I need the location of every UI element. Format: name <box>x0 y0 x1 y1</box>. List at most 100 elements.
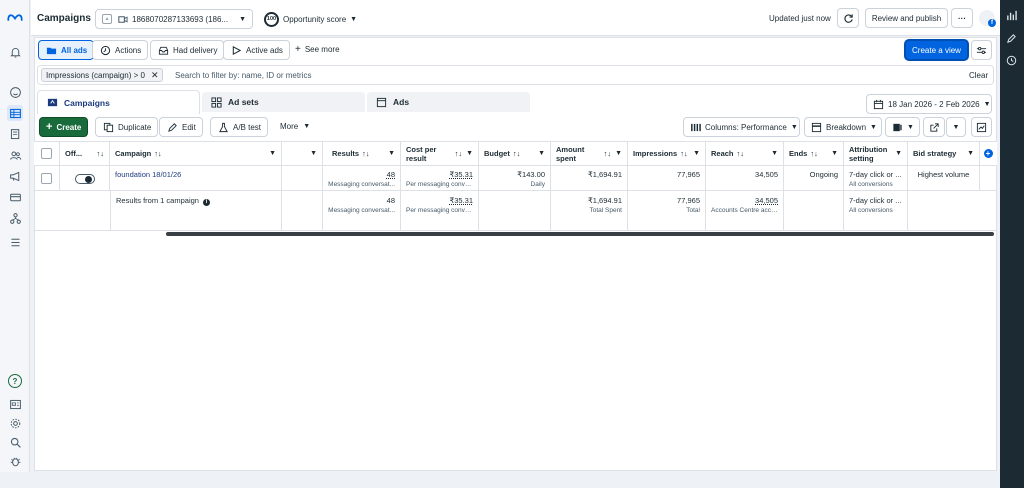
meta-logo-icon[interactable] <box>6 12 24 22</box>
chevron-down-icon: ▼ <box>895 150 902 157</box>
header-bid-strategy[interactable]: Bid strategy ▼ <box>908 141 980 166</box>
budget-sub: Daily <box>530 181 545 188</box>
opportunity-label: Opportunity score <box>283 15 347 24</box>
export-dropdown-button[interactable]: ▼ <box>946 117 966 137</box>
profile-avatar[interactable]: f <box>979 10 996 27</box>
select-all-checkbox[interactable] <box>41 148 52 159</box>
info-icon[interactable]: i <box>203 199 211 206</box>
pencil-icon[interactable] <box>1006 33 1017 46</box>
chevron-down-icon: ▼ <box>870 123 877 131</box>
close-icon[interactable]: ✕ <box>151 70 159 81</box>
header-amount-spent[interactable]: Amount spent ↑↓ ▼ <box>551 141 628 166</box>
header-budget[interactable]: Budget ↑↓ ▼ <box>479 141 551 166</box>
on-off-toggle[interactable] <box>74 173 95 184</box>
sort-icon: ↑↓ <box>154 149 162 158</box>
date-range-label: 18 Jan 2026 - 2 Feb 2026 <box>888 99 980 109</box>
tab-ad-sets[interactable]: Ad sets <box>202 92 365 112</box>
had-delivery-button[interactable]: Had delivery <box>150 40 225 60</box>
bell-icon[interactable] <box>7 44 23 60</box>
header-delivery[interactable]: ▼ <box>282 141 323 166</box>
sort-icon: ↑↓ <box>736 149 745 158</box>
header-impressions[interactable]: Impressions ↑↓ ▼ <box>628 141 706 166</box>
account-tree-icon[interactable] <box>7 210 23 226</box>
header-campaign[interactable]: Campaign ↑↓ ▼ <box>110 141 282 166</box>
header-cost-per-result[interactable]: Cost per result ↑↓ ▼ <box>401 141 479 166</box>
filter-search-input[interactable]: Search to filter by: name, ID or metrics <box>175 71 312 80</box>
cost-value[interactable]: ₹35.31 <box>449 170 473 179</box>
search-icon[interactable] <box>7 434 23 450</box>
view-settings-button[interactable] <box>971 40 992 60</box>
horizontal-scrollbar[interactable] <box>166 232 994 236</box>
header-off-label: Off... <box>65 149 83 158</box>
create-view-button[interactable]: Create a view <box>905 40 968 60</box>
account-selector[interactable]: ▴ 1868070287133693 (186... ▼ <box>95 9 253 29</box>
header-attribution[interactable]: Attribution setting ▼ <box>844 141 908 166</box>
summary-reach-value[interactable]: 34,505 <box>711 196 778 205</box>
actions-icon <box>99 44 111 56</box>
columns-icon <box>690 121 701 133</box>
refresh-button[interactable] <box>837 8 859 28</box>
add-column-button[interactable]: + <box>980 141 996 166</box>
table-icon[interactable] <box>7 105 23 121</box>
reports-icon <box>892 121 903 133</box>
summary-impressions-sub: Total <box>686 207 700 214</box>
clock-icon[interactable] <box>1006 55 1017 68</box>
header-results[interactable]: Results ↑↓ ▼ <box>323 141 401 166</box>
news-icon[interactable] <box>7 396 23 412</box>
right-rail <box>1000 0 1024 488</box>
header-cost-label: Cost per result <box>406 144 437 163</box>
ab-test-button[interactable]: A/B test <box>210 117 269 137</box>
more-actions-button[interactable]: More ▼ <box>280 122 310 131</box>
ad-preview-icon <box>375 96 387 108</box>
columns-button[interactable]: Columns: Performance ▼ <box>683 117 800 137</box>
summary-budget-cell <box>479 191 551 231</box>
campaign-name-link[interactable]: foundation 18/01/26 <box>115 170 181 179</box>
see-more-button[interactable]: + See more <box>295 44 340 54</box>
header-reach[interactable]: Reach ↑↓ ▼ <box>706 141 784 166</box>
export-button[interactable] <box>923 117 945 137</box>
chevron-down-icon: ▼ <box>310 150 317 157</box>
header-reach-label: Reach <box>711 149 734 158</box>
edit-button[interactable]: Edit <box>159 117 203 137</box>
audience-icon[interactable] <box>7 147 23 163</box>
results-value[interactable]: 48 <box>387 170 395 179</box>
header-off[interactable]: Off... ↑↓ <box>60 141 110 166</box>
chart-icon[interactable] <box>1006 10 1017 23</box>
summary-impressions-value: 77,965 <box>677 196 700 205</box>
menu-icon[interactable] <box>7 234 23 250</box>
create-button[interactable]: + Create <box>39 117 89 137</box>
budget-value[interactable]: ₹143.00 <box>517 170 545 179</box>
row-impressions-cell: 77,965 <box>628 166 706 191</box>
tab-campaigns[interactable]: Campaigns <box>37 90 200 114</box>
sort-icon: ↑↓ <box>96 149 105 158</box>
settings-gear-icon[interactable] <box>7 415 23 431</box>
active-ads-button[interactable]: Active ads <box>223 40 290 60</box>
filter-chip[interactable]: Impressions (campaign) > 0 ✕ <box>41 68 164 82</box>
all-ads-button[interactable]: All ads <box>38 40 95 60</box>
page-title: Campaigns <box>37 13 91 24</box>
bug-icon[interactable] <box>7 453 23 469</box>
review-publish-button[interactable]: Review and publish <box>865 8 948 28</box>
more-options-button[interactable]: ··· <box>951 8 973 28</box>
chart-toggle-button[interactable] <box>971 117 992 137</box>
clear-filter-button[interactable]: Clear <box>969 71 988 80</box>
actions-button[interactable]: Actions <box>92 40 149 60</box>
pages-icon[interactable] <box>7 126 23 142</box>
see-more-label: See more <box>304 45 340 54</box>
header-ends[interactable]: Ends ↑↓ ▼ <box>784 141 844 166</box>
date-range-picker[interactable]: 18 Jan 2026 - 2 Feb 2026 ▼ <box>866 94 992 114</box>
sort-icon: ↑↓ <box>603 149 612 158</box>
opportunity-score[interactable]: 100 Opportunity score ▼ <box>264 12 357 27</box>
summary-cost-value[interactable]: ₹35.31 <box>449 196 473 205</box>
smiley-icon[interactable] <box>7 84 23 100</box>
megaphone-icon[interactable] <box>7 168 23 184</box>
row-checkbox[interactable] <box>41 173 52 184</box>
help-icon[interactable]: ? <box>8 374 22 388</box>
attribution-sub: All conversions <box>849 181 893 188</box>
billing-icon[interactable] <box>7 189 23 205</box>
reports-button[interactable]: ▼ <box>885 117 920 137</box>
chevron-down-icon: ▼ <box>790 123 798 131</box>
tab-ads[interactable]: Ads <box>367 92 530 112</box>
breakdown-button[interactable]: Breakdown ▼ <box>804 117 882 137</box>
duplicate-button[interactable]: Duplicate <box>95 117 159 137</box>
